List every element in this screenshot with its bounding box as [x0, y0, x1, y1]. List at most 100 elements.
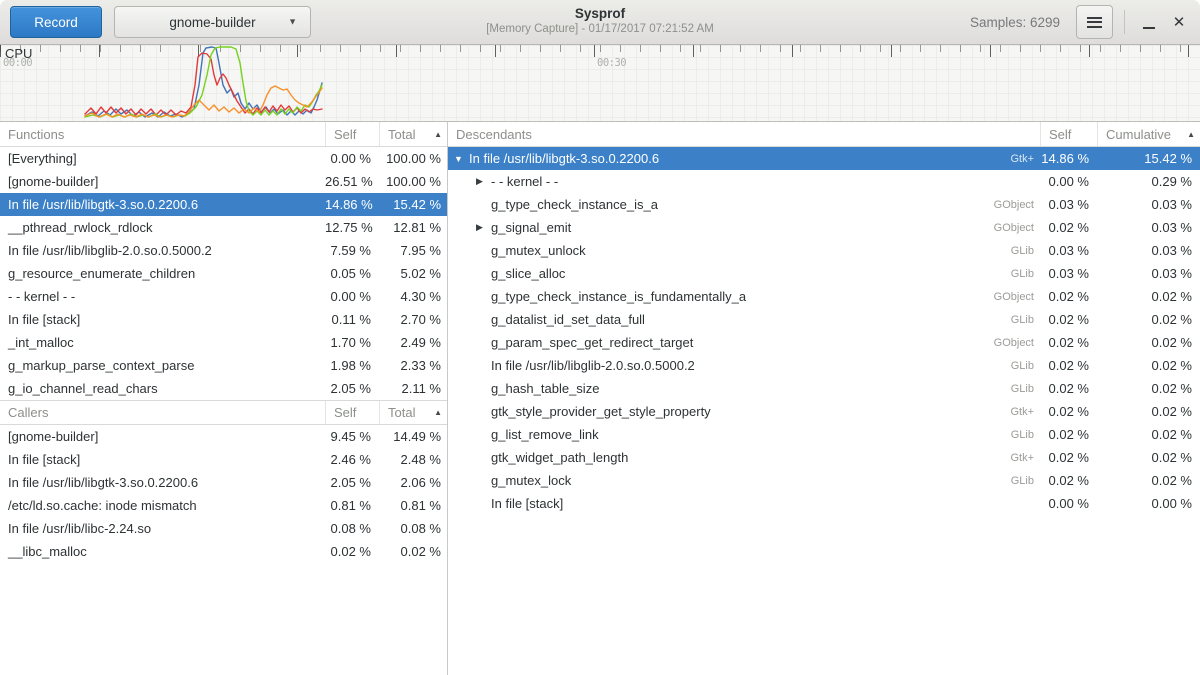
capture-subtitle: [Memory Capture] - 01/17/2017 07:21:52 A…: [300, 22, 900, 36]
cell-function-name: g_resource_enumerate_children: [0, 266, 325, 281]
cell-self-percent: 0.02 %: [1040, 335, 1097, 350]
table-row[interactable]: In file /usr/lib/libc-2.24.so0.08 %0.08 …: [0, 517, 447, 540]
function-label: g_slice_alloc: [491, 266, 565, 281]
library-tag: Gtk+: [1002, 406, 1040, 418]
callers-table: [gnome-builder]9.45 %14.49 %In file [sta…: [0, 425, 447, 563]
table-row[interactable]: In file [stack]2.46 %2.48 %: [0, 448, 447, 471]
table-row[interactable]: g_param_spec_get_redirect_targetGObject0…: [448, 331, 1200, 354]
table-row[interactable]: In file /usr/lib/libglib-2.0.so.0.5000.2…: [448, 354, 1200, 377]
function-label: In file /usr/lib/libgtk-3.so.0.2200.6: [8, 197, 198, 212]
table-row[interactable]: In file /usr/lib/libgtk-3.so.0.2200.6 14.…: [0, 193, 447, 216]
table-row[interactable]: [Everything]0.00 %100.00 %: [0, 147, 447, 170]
sort-ascending-icon: ▲: [434, 130, 442, 139]
function-label: - - kernel - -: [491, 174, 558, 189]
app-title: Sysprof: [300, 6, 900, 22]
cell-function-name: ▶- - kernel - -: [448, 174, 1040, 189]
cell-function-name: In file /usr/lib/libgtk-3.so.0.2200.6: [0, 197, 325, 212]
cpu-graph[interactable]: CPU 00:00 00:30: [0, 45, 1200, 122]
functions-table-header: Functions Self Total ▲: [0, 122, 447, 147]
cell-function-name: gtk_style_provider_get_style_propertyGtk…: [448, 404, 1040, 419]
cell-self-percent: 14.86 %: [325, 197, 379, 212]
cell-total-percent: 4.30 %: [379, 289, 447, 304]
table-row[interactable]: ▼In file /usr/lib/libgtk-3.so.0.2200.6Gt…: [448, 147, 1200, 170]
table-row[interactable]: g_type_check_instance_is_aGObject0.03 %0…: [448, 193, 1200, 216]
table-row[interactable]: g_type_check_instance_is_fundamentally_a…: [448, 285, 1200, 308]
record-button[interactable]: Record: [10, 6, 102, 38]
column-header-descendants[interactable]: Descendants: [448, 122, 1040, 146]
expander-collapsed-icon[interactable]: ▶: [476, 222, 491, 233]
cell-cumulative-percent: 0.02 %: [1097, 450, 1200, 465]
cell-total-percent: 2.06 %: [379, 475, 447, 490]
column-header-total[interactable]: Total ▲: [379, 122, 447, 146]
cpu-line-green: [85, 47, 322, 117]
table-row[interactable]: _int_malloc1.70 %2.49 %: [0, 331, 447, 354]
table-row[interactable]: In file /usr/lib/libglib-2.0.so.0.5000.2…: [0, 239, 447, 262]
table-row[interactable]: ▶g_signal_emitGObject0.02 %0.03 %: [448, 216, 1200, 239]
function-label: g_hash_table_size: [491, 381, 599, 396]
table-row[interactable]: In file /usr/lib/libgtk-3.so.0.2200.62.0…: [0, 471, 447, 494]
function-label: [Everything]: [8, 151, 77, 166]
cell-total-percent: 0.81 %: [379, 498, 447, 513]
column-header-functions[interactable]: Functions: [0, 122, 325, 146]
table-row[interactable]: g_hash_table_sizeGLib0.02 %0.02 %: [448, 377, 1200, 400]
cell-self-percent: 26.51 %: [325, 174, 379, 189]
cell-total-percent: 12.81 %: [379, 220, 447, 235]
function-label: In file /usr/lib/libgtk-3.so.0.2200.6: [469, 151, 659, 166]
cell-self-percent: 0.11 %: [325, 312, 379, 327]
table-row[interactable]: __libc_malloc0.02 %0.02 %: [0, 540, 447, 563]
cell-self-percent: 12.75 %: [325, 220, 379, 235]
menu-button[interactable]: [1076, 5, 1113, 39]
function-label: g_datalist_id_set_data_full: [491, 312, 645, 327]
cell-cumulative-percent: 0.02 %: [1097, 358, 1200, 373]
cell-total-percent: 5.02 %: [379, 266, 447, 281]
close-button[interactable]: ✕: [1164, 7, 1194, 37]
column-header-self[interactable]: Self: [1040, 122, 1097, 146]
minimize-button[interactable]: [1134, 7, 1164, 37]
table-row[interactable]: In file [stack]0.11 %2.70 %: [0, 308, 447, 331]
cell-self-percent: 0.00 %: [1040, 496, 1097, 511]
function-label: g_markup_parse_context_parse: [8, 358, 194, 373]
cell-self-percent: 0.02 %: [1040, 289, 1097, 304]
table-row[interactable]: g_slice_allocGLib0.03 %0.03 %: [448, 262, 1200, 285]
table-row[interactable]: - - kernel - -0.00 %4.30 %: [0, 285, 447, 308]
window-title-area: Sysprof [Memory Capture] - 01/17/2017 07…: [300, 6, 900, 36]
cell-function-name: In file [stack]: [0, 452, 325, 467]
cell-function-name: g_hash_table_sizeGLib: [448, 381, 1040, 396]
cell-function-name: g_type_check_instance_is_aGObject: [448, 197, 1040, 212]
table-row[interactable]: g_markup_parse_context_parse1.98 %2.33 %: [0, 354, 447, 377]
right-panel: Descendants Self Cumulative ▲ ▼In file /…: [448, 122, 1200, 675]
table-row[interactable]: g_resource_enumerate_children0.05 %5.02 …: [0, 262, 447, 285]
sort-ascending-icon: ▲: [1187, 130, 1195, 139]
table-row[interactable]: g_mutex_lockGLib0.02 %0.02 %: [448, 469, 1200, 492]
table-row[interactable]: ▶- - kernel - -0.00 %0.29 %: [448, 170, 1200, 193]
table-row[interactable]: g_list_remove_linkGLib0.02 %0.02 %: [448, 423, 1200, 446]
table-row[interactable]: /etc/ld.so.cache: inode mismatch0.81 %0.…: [0, 494, 447, 517]
column-header-self[interactable]: Self: [325, 401, 379, 424]
expander-expanded-icon[interactable]: ▼: [454, 154, 469, 164]
table-row[interactable]: g_mutex_unlockGLib0.03 %0.03 %: [448, 239, 1200, 262]
column-header-self[interactable]: Self: [325, 122, 379, 146]
cell-total-percent: 100.00 %: [379, 174, 447, 189]
function-label: [gnome-builder]: [8, 174, 98, 189]
cell-function-name: g_markup_parse_context_parse: [0, 358, 325, 373]
cell-self-percent: 0.02 %: [1040, 450, 1097, 465]
cell-function-name: In file [stack]: [0, 312, 325, 327]
column-header-cumulative[interactable]: Cumulative ▲: [1097, 122, 1200, 146]
expander-collapsed-icon[interactable]: ▶: [476, 176, 491, 187]
table-row[interactable]: In file [stack]0.00 %0.00 %: [448, 492, 1200, 515]
column-header-total[interactable]: Total ▲: [379, 401, 447, 424]
target-process-dropdown[interactable]: gnome-builder ▼: [114, 6, 311, 38]
table-row[interactable]: __pthread_rwlock_rdlock12.75 %12.81 %: [0, 216, 447, 239]
table-row[interactable]: g_io_channel_read_chars2.05 %2.11 %: [0, 377, 447, 400]
table-row[interactable]: [gnome-builder]9.45 %14.49 %: [0, 425, 447, 448]
table-row[interactable]: gtk_style_provider_get_style_propertyGtk…: [448, 400, 1200, 423]
cell-function-name: __libc_malloc: [0, 544, 325, 559]
table-row[interactable]: [gnome-builder] 26.51 %100.00 %: [0, 170, 447, 193]
cell-function-name: g_slice_allocGLib: [448, 266, 1040, 281]
column-header-callers[interactable]: Callers: [0, 401, 325, 424]
function-label: g_mutex_unlock: [491, 243, 586, 258]
cell-function-name: In file /usr/lib/libc-2.24.so: [0, 521, 325, 536]
table-row[interactable]: g_datalist_id_set_data_fullGLib0.02 %0.0…: [448, 308, 1200, 331]
table-row[interactable]: gtk_widget_path_lengthGtk+0.02 %0.02 %: [448, 446, 1200, 469]
cell-function-name: ▼In file /usr/lib/libgtk-3.so.0.2200.6Gt…: [448, 151, 1040, 166]
